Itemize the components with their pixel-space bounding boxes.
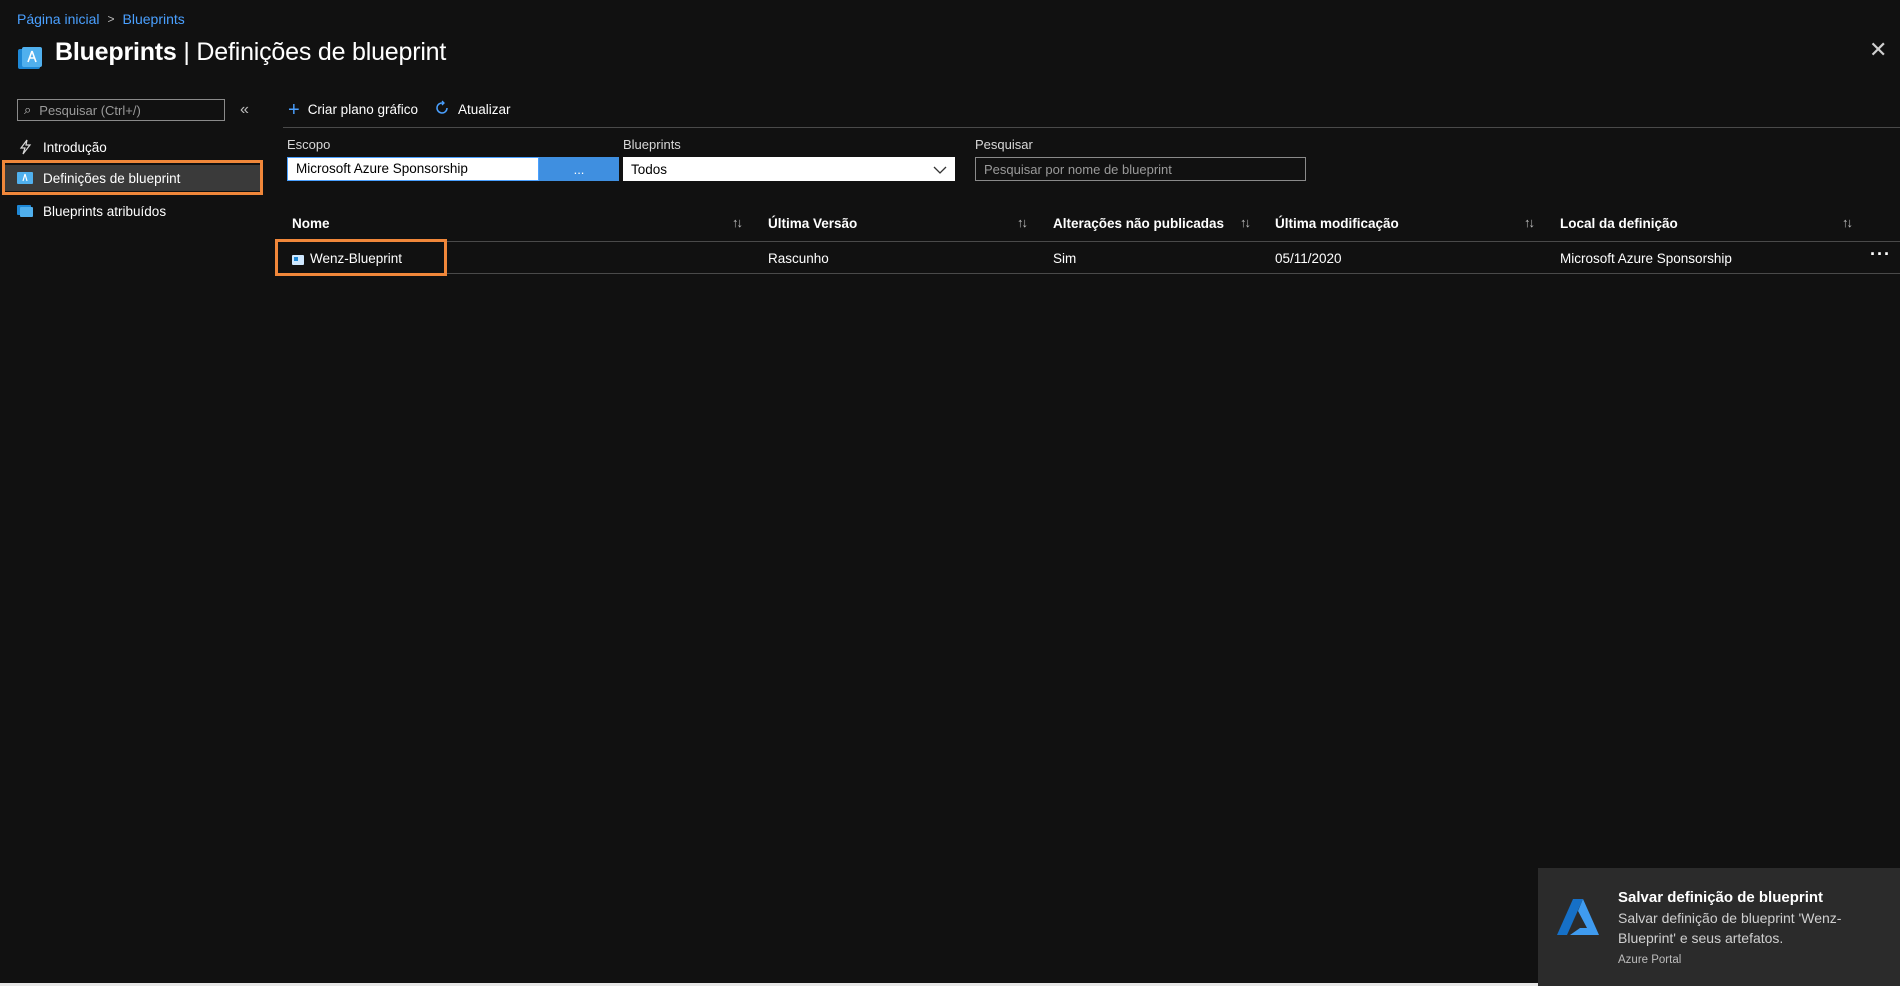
cell-location: Microsoft Azure Sponsorship [1560,251,1732,266]
create-blueprint-button[interactable]: + Criar plano gráfico [288,98,418,121]
plus-icon: + [288,98,300,121]
blueprints-filter-label: Blueprints [623,137,681,152]
refresh-button[interactable]: Atualizar [434,100,511,119]
sort-icon[interactable]: ↑↓ [1842,215,1853,230]
cell-modified: 05/11/2020 [1275,251,1342,266]
column-header-unpublished[interactable]: Alterações não publicadas [1053,216,1224,231]
cell-unpublished: Sim [1053,251,1077,266]
chevron-down-icon [933,162,947,177]
nav-search-input[interactable] [37,101,212,119]
sidebar-item-atribuidos[interactable]: Blueprints atribuídos [17,198,259,224]
blueprint-search-input[interactable] [976,158,1305,180]
column-header-version[interactable]: Última Versão [768,216,857,231]
nav-search[interactable]: ⌕ [17,99,225,121]
breadcrumb-home-link[interactable]: Página inicial [17,11,100,27]
scope-picker-button[interactable]: ... [539,157,619,181]
blueprints-filter-select[interactable]: Todos [623,157,955,181]
sidebar-item-label: Blueprints atribuídos [43,203,167,219]
chevron-right-icon: > [107,12,115,26]
toast-title: Salvar definição de blueprint [1618,889,1824,906]
column-header-name[interactable]: Nome [292,216,330,231]
command-bar: + Criar plano gráfico Atualizar [288,98,511,121]
toast-message: Salvar definição de blueprint 'Wenz-Blue… [1618,910,1842,946]
breadcrumb-blueprints-link[interactable]: Blueprints [123,11,185,27]
search-label: Pesquisar [975,137,1033,152]
sort-icon[interactable]: ↑↓ [732,215,743,230]
more-options-icon[interactable]: ··· [1870,244,1891,265]
sidebar-item-label: Introdução [43,139,107,155]
blueprint-icon [16,45,44,73]
scope-label: Escopo [287,137,331,152]
search-icon: ⌕ [24,102,32,117]
sidebar-item-introducao[interactable]: Introdução [17,134,259,160]
sort-icon[interactable]: ↑↓ [1524,215,1535,230]
sort-icon[interactable]: ↑↓ [1017,215,1028,230]
cell-version: Rascunho [768,251,829,266]
refresh-icon [434,100,450,119]
close-icon[interactable]: ✕ [1869,39,1889,61]
collapse-menu-icon[interactable]: « [240,101,249,119]
column-header-location[interactable]: Local da definição [1560,216,1678,231]
azure-logo-icon [1556,898,1600,936]
page-title: Blueprints | Definições de blueprint [55,38,447,66]
column-header-modified[interactable]: Última modificação [1275,216,1399,231]
breadcrumb: Página inicial > Blueprints [17,11,185,27]
assigned-blueprint-icon [17,203,33,219]
scope-field[interactable]: Microsoft Azure Sponsorship [287,157,539,181]
highlight-box-nav [2,160,263,195]
lightning-icon [17,139,33,155]
divider [283,273,1900,274]
highlight-box-row [275,239,447,276]
toast-source: Azure Portal [1618,954,1682,966]
sort-icon[interactable]: ↑↓ [1240,215,1251,230]
blueprint-search[interactable] [975,157,1306,181]
divider [283,127,1900,128]
